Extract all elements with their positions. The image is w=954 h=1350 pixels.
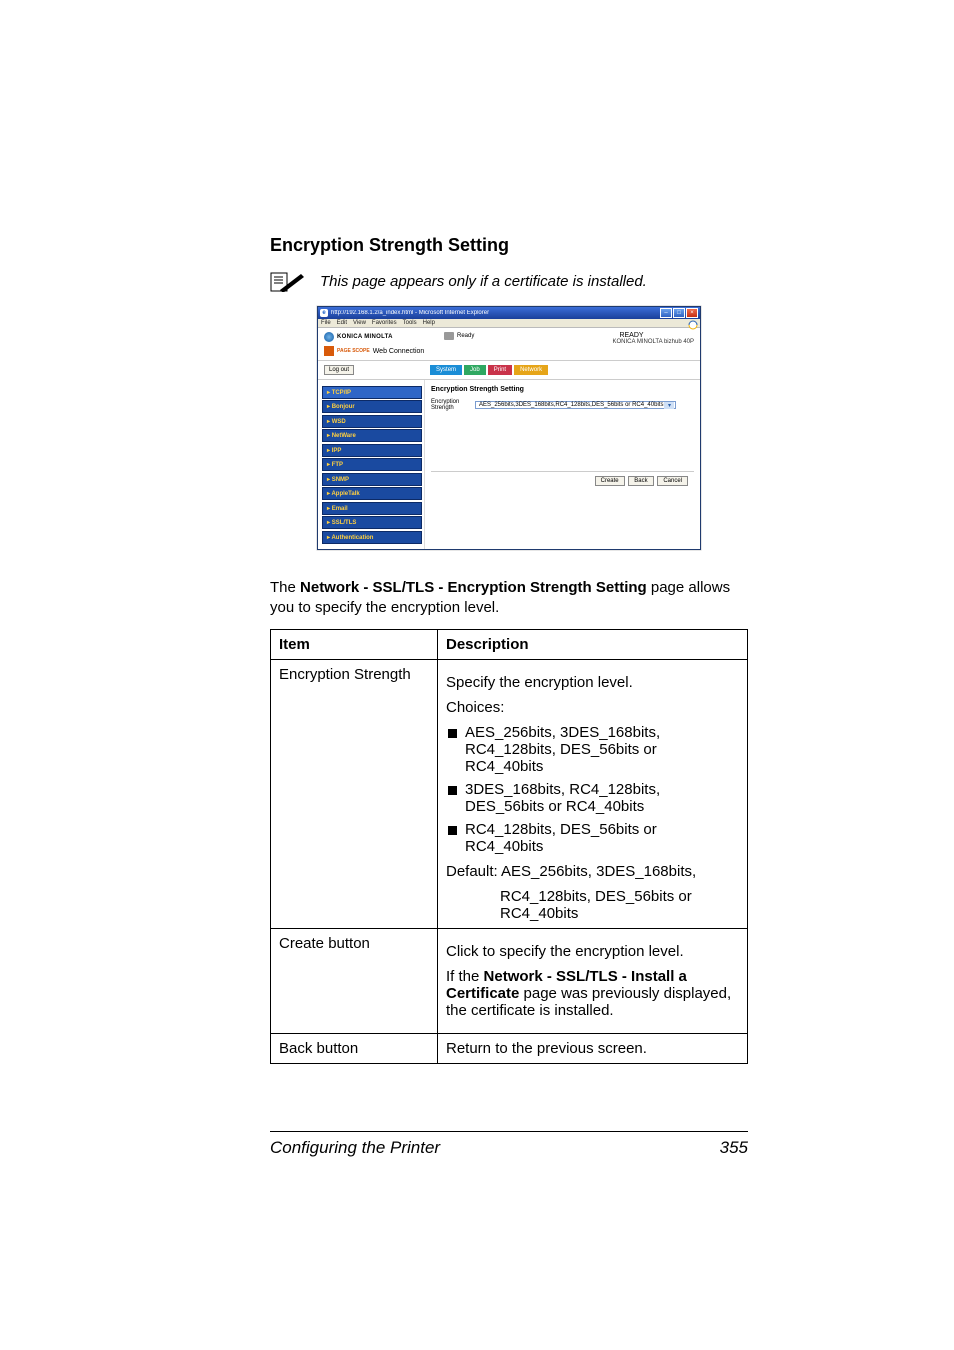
- page-header: KONICA MINOLTA PAGE SCOPE Web Connection…: [318, 328, 700, 361]
- bullet-icon: [448, 786, 457, 795]
- bullet-icon: [448, 729, 457, 738]
- brand-text: KONICA MINOLTA: [337, 334, 393, 340]
- tab-network[interactable]: Network: [514, 365, 548, 375]
- window-titlebar: e http://192.168.1.2/a_index.html - Micr…: [318, 307, 700, 319]
- ie-logo-icon: [688, 320, 698, 330]
- row-encryption-strength-desc: Specify the encryption level. Choices: A…: [438, 659, 748, 928]
- back-button[interactable]: Back: [628, 476, 653, 486]
- ie-icon: e: [320, 309, 328, 317]
- minimize-button[interactable]: –: [660, 308, 672, 318]
- encryption-strength-select[interactable]: AES_256bits,3DES_168bits,RC4_128bits,DES…: [475, 401, 676, 409]
- spec-table: Item Description Encryption Strength Spe…: [270, 629, 748, 1064]
- ready-label: READY: [569, 332, 694, 339]
- globe-icon: [324, 332, 334, 342]
- tab-system[interactable]: System: [430, 365, 462, 375]
- menu-help[interactable]: Help: [423, 320, 435, 326]
- sidebar-item-email[interactable]: Email: [322, 502, 422, 515]
- page-footer: Configuring the Printer 355: [270, 1131, 748, 1158]
- sidebar-item-authentication[interactable]: Authentication: [322, 531, 422, 544]
- menu-file[interactable]: File: [321, 320, 331, 326]
- row-create-button-desc: Click to specify the encryption level. I…: [438, 928, 748, 1033]
- th-description: Description: [438, 629, 748, 659]
- close-button[interactable]: ×: [686, 308, 698, 318]
- note-row: This page appears only if a certificate …: [270, 270, 748, 292]
- window-title: http://192.168.1.2/a_index.html - Micros…: [331, 310, 660, 316]
- webconnection-label: PAGE SCOPE Web Connection: [324, 346, 444, 356]
- row-create-button-item: Create button: [271, 928, 438, 1033]
- sidebar-item-snmp[interactable]: SNMP: [322, 473, 422, 486]
- sidebar-item-ftp[interactable]: FTP: [322, 458, 422, 471]
- button-row: Create Back Cancel: [431, 471, 694, 490]
- note-icon: [270, 270, 306, 292]
- row-encryption-strength-item: Encryption Strength: [271, 659, 438, 928]
- status-text: Ready: [457, 333, 474, 339]
- create-button[interactable]: Create: [595, 476, 625, 486]
- menu-favorites[interactable]: Favorites: [372, 320, 397, 326]
- footer-section: Configuring the Printer: [270, 1138, 440, 1158]
- sidebar-item-ipp[interactable]: IPP: [322, 444, 422, 457]
- sidebar-item-ssltls[interactable]: SSL/TLS: [322, 516, 422, 529]
- logout-button[interactable]: Log out: [324, 365, 354, 375]
- sidebar-item-bonjour[interactable]: Bonjour: [322, 400, 422, 413]
- sidebar-item-netware[interactable]: NetWare: [322, 429, 422, 442]
- maximize-button[interactable]: □: [673, 308, 685, 318]
- field-label-encryption-strength: Encryption Strength: [431, 399, 469, 411]
- footer-page-number: 355: [720, 1138, 748, 1158]
- section-heading: Encryption Strength Setting: [270, 235, 748, 256]
- sidebar-item-wsd[interactable]: WSD: [322, 415, 422, 428]
- row-back-button-desc: Return to the previous screen.: [438, 1033, 748, 1063]
- row-back-button-item: Back button: [271, 1033, 438, 1063]
- th-item: Item: [271, 629, 438, 659]
- brand-logo: KONICA MINOLTA: [324, 332, 444, 342]
- note-text: This page appears only if a certificate …: [320, 273, 647, 290]
- model-label: KONICA MINOLTA bizhub 40P: [569, 339, 694, 345]
- main-pane: Encryption Strength Setting Encryption S…: [425, 380, 700, 549]
- menu-tools[interactable]: Tools: [403, 320, 417, 326]
- bullet-icon: [448, 826, 457, 835]
- browser-window: e http://192.168.1.2/a_index.html - Micr…: [317, 306, 701, 550]
- sidebar-item-tcpip[interactable]: TCP/IP: [322, 386, 422, 399]
- cancel-button[interactable]: Cancel: [657, 476, 688, 486]
- menu-edit[interactable]: Edit: [337, 320, 347, 326]
- printer-icon: [444, 332, 454, 340]
- menu-bar: File Edit View Favorites Tools Help: [318, 319, 700, 328]
- pagescope-icon: [324, 346, 334, 356]
- menu-view[interactable]: View: [353, 320, 366, 326]
- toolbar: Log out System Job Print Network: [318, 361, 700, 380]
- tab-print[interactable]: Print: [488, 365, 512, 375]
- sidebar: TCP/IP Bonjour WSD NetWare IPP FTP SNMP …: [318, 380, 425, 549]
- tab-job[interactable]: Job: [464, 365, 486, 375]
- main-heading: Encryption Strength Setting: [431, 386, 694, 393]
- sidebar-item-appletalk[interactable]: AppleTalk: [322, 487, 422, 500]
- intro-paragraph: The Network - SSL/TLS - Encryption Stren…: [270, 578, 748, 619]
